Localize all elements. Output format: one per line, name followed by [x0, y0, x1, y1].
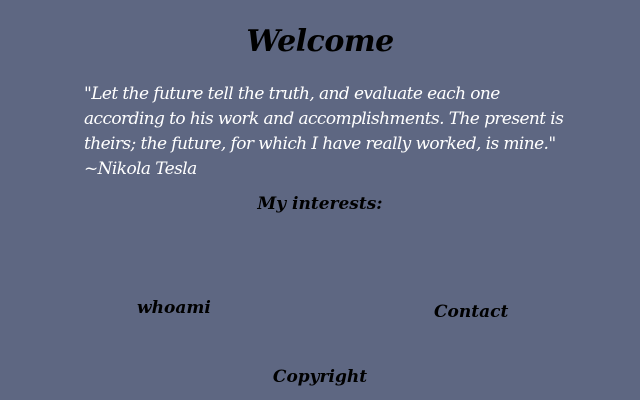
copyright-footer: Copyright: [272, 367, 368, 387]
whoami-link[interactable]: whoami: [137, 295, 211, 321]
tesla-quote: "Let the future tell the truth, and eval…: [84, 84, 564, 179]
page-title: Welcome: [246, 24, 394, 59]
contact-link[interactable]: Contact: [434, 299, 508, 325]
interests-heading: My interests:: [257, 194, 383, 214]
